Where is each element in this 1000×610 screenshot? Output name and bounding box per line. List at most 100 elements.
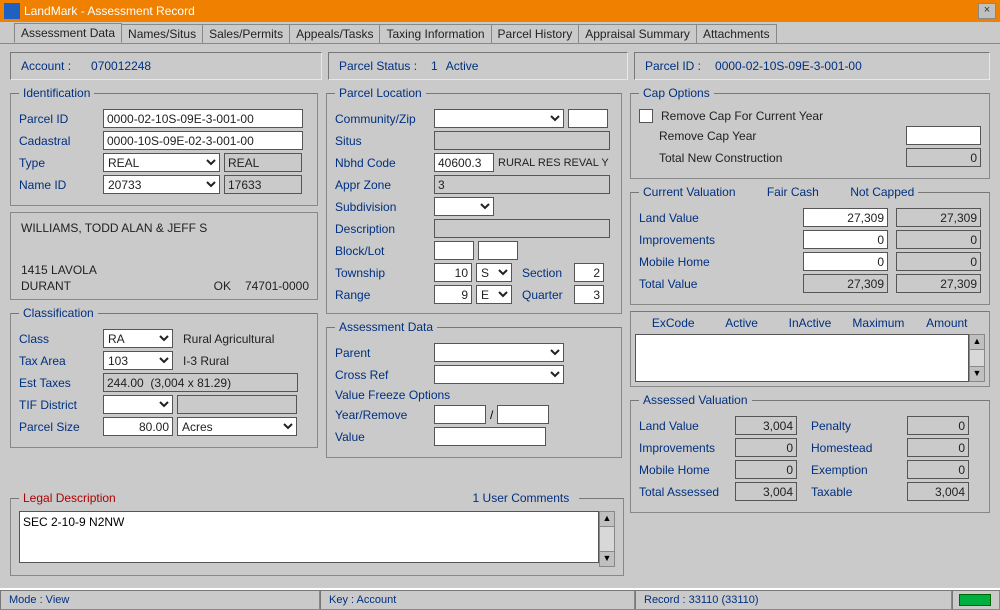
av-imp-label: Improvements	[639, 441, 731, 455]
close-button[interactable]: ×	[978, 3, 996, 19]
cadastral-input[interactable]	[103, 131, 303, 150]
township-dir[interactable]: S	[476, 263, 512, 282]
freeze-value-input[interactable]	[434, 427, 546, 446]
blocklot-label: Block/Lot	[335, 244, 430, 258]
scroll-down-icon[interactable]: ▼	[599, 551, 615, 567]
tab-attachments[interactable]: Attachments	[696, 24, 777, 43]
parcel-id-bar: Parcel ID : 0000-02-10S-09E-3-001-00	[634, 52, 990, 80]
yearremove-label: Year/Remove	[335, 408, 430, 422]
cv-land-fair[interactable]	[803, 208, 888, 227]
cv-mh-fair[interactable]	[803, 252, 888, 271]
excode-scrollbar[interactable]: ▲ ▼	[969, 334, 985, 382]
tab-appraisal-summary[interactable]: Appraisal Summary	[578, 24, 697, 43]
cv-imp-fair[interactable]	[803, 230, 888, 249]
nbhd-input[interactable]	[434, 153, 494, 172]
taxarea-select[interactable]: 103	[103, 351, 173, 370]
block-input[interactable]	[434, 241, 474, 260]
township-input[interactable]	[434, 263, 472, 282]
zip-input[interactable]	[568, 109, 608, 128]
parcelid-input[interactable]	[103, 109, 303, 128]
section-input[interactable]	[574, 263, 604, 282]
scroll-down-icon[interactable]: ▼	[969, 366, 985, 382]
av-penalty-label: Penalty	[811, 419, 903, 433]
status-record: Record : 33110 (33110)	[635, 590, 952, 610]
parent-label: Parent	[335, 346, 430, 360]
app-icon	[4, 3, 20, 19]
freeze-remove-input[interactable]	[497, 405, 549, 424]
av-homestead	[907, 438, 969, 457]
cv-mh-notcapped	[896, 252, 981, 271]
tab-parcel-history[interactable]: Parcel History	[491, 24, 580, 43]
parcel-location-legend: Parcel Location	[335, 86, 426, 100]
township-label: Township	[335, 266, 430, 280]
esttaxes-label: Est Taxes	[19, 376, 99, 390]
cap-options-legend: Cap Options	[639, 86, 714, 100]
tab-assessment-data[interactable]: Assessment Data	[14, 23, 122, 43]
account-label: Account :	[21, 59, 71, 73]
cv-imp-notcapped	[896, 230, 981, 249]
cap-options-group: Cap Options Remove Cap For Current Year …	[630, 86, 990, 179]
parcel-id-value: 0000-02-10S-09E-3-001-00	[715, 59, 862, 73]
owner-name: WILLIAMS, TODD ALAN & JEFF S	[21, 221, 307, 235]
section-label: Section	[522, 266, 570, 280]
classification-legend: Classification	[19, 306, 98, 320]
status-key: Key : Account	[320, 590, 635, 610]
excode-grid[interactable]	[635, 334, 969, 382]
ex-h-active: Active	[707, 316, 775, 330]
type-select[interactable]: REAL	[103, 153, 220, 172]
parcelsize-unit[interactable]: Acres	[177, 417, 297, 436]
nameid-label: Name ID	[19, 178, 99, 192]
parcelid-label: Parcel ID	[19, 112, 99, 126]
current-valuation-group: Current Valuation Fair Cash Not Capped L…	[630, 185, 990, 305]
community-select[interactable]	[434, 109, 564, 128]
scroll-up-icon[interactable]: ▲	[969, 334, 985, 350]
parent-select[interactable]	[434, 343, 564, 362]
cadastral-label: Cadastral	[19, 134, 99, 148]
lot-input[interactable]	[478, 241, 518, 260]
nameid-select[interactable]: 20733	[103, 175, 220, 194]
ex-h-excode: ExCode	[639, 316, 707, 330]
av-exemption-label: Exemption	[811, 463, 903, 477]
legal-description-group: Legal Description 1 User Comments SEC 2-…	[10, 491, 624, 576]
crossref-select[interactable]	[434, 365, 564, 384]
type-readonly	[224, 153, 302, 172]
legal-description-text[interactable]: SEC 2-10-9 N2NW	[19, 511, 599, 563]
tif-desc	[177, 395, 297, 414]
esttaxes-value	[103, 373, 298, 392]
cv-mh-label: Mobile Home	[639, 255, 739, 269]
status-mode: Mode : View	[0, 590, 320, 610]
tab-taxing-information[interactable]: Taxing Information	[379, 24, 491, 43]
description-label: Description	[335, 222, 430, 236]
tif-select[interactable]	[103, 395, 173, 414]
remove-cap-year-input[interactable]	[906, 126, 981, 145]
tab-names-situs[interactable]: Names/Situs	[121, 24, 203, 43]
cv-tot-fair	[803, 274, 888, 293]
class-label: Class	[19, 332, 99, 346]
subdivision-label: Subdivision	[335, 200, 430, 214]
parcel-status-num: 1	[431, 59, 438, 73]
remove-cap-checkbox[interactable]	[639, 109, 653, 123]
crossref-label: Cross Ref	[335, 368, 430, 382]
range-input[interactable]	[434, 285, 472, 304]
tab-appeals-tasks[interactable]: Appeals/Tasks	[289, 24, 380, 43]
taxarea-desc: I-3 Rural	[183, 354, 229, 368]
apprzone-label: Appr Zone	[335, 178, 430, 192]
community-label: Community/Zip	[335, 112, 430, 126]
user-comments-link[interactable]: 1 User Comments	[473, 491, 576, 505]
parcelsize-input[interactable]	[103, 417, 173, 436]
quarter-input[interactable]	[574, 285, 604, 304]
quarter-label: Quarter	[522, 288, 570, 302]
scroll-up-icon[interactable]: ▲	[599, 511, 615, 527]
identification-legend: Identification	[19, 86, 94, 100]
new-construction-value	[906, 148, 981, 167]
range-dir[interactable]: E	[476, 285, 512, 304]
class-select[interactable]: RA	[103, 329, 173, 348]
subdivision-select[interactable]	[434, 197, 494, 216]
tif-label: TIF District	[19, 398, 99, 412]
titlebar: LandMark - Assessment Record ×	[0, 0, 1000, 22]
freeze-year-input[interactable]	[434, 405, 486, 424]
remove-cap-year-label: Remove Cap Year	[659, 129, 829, 143]
legal-scrollbar[interactable]: ▲ ▼	[599, 511, 615, 567]
tab-sales-permits[interactable]: Sales/Permits	[202, 24, 290, 43]
av-tot	[735, 482, 797, 501]
